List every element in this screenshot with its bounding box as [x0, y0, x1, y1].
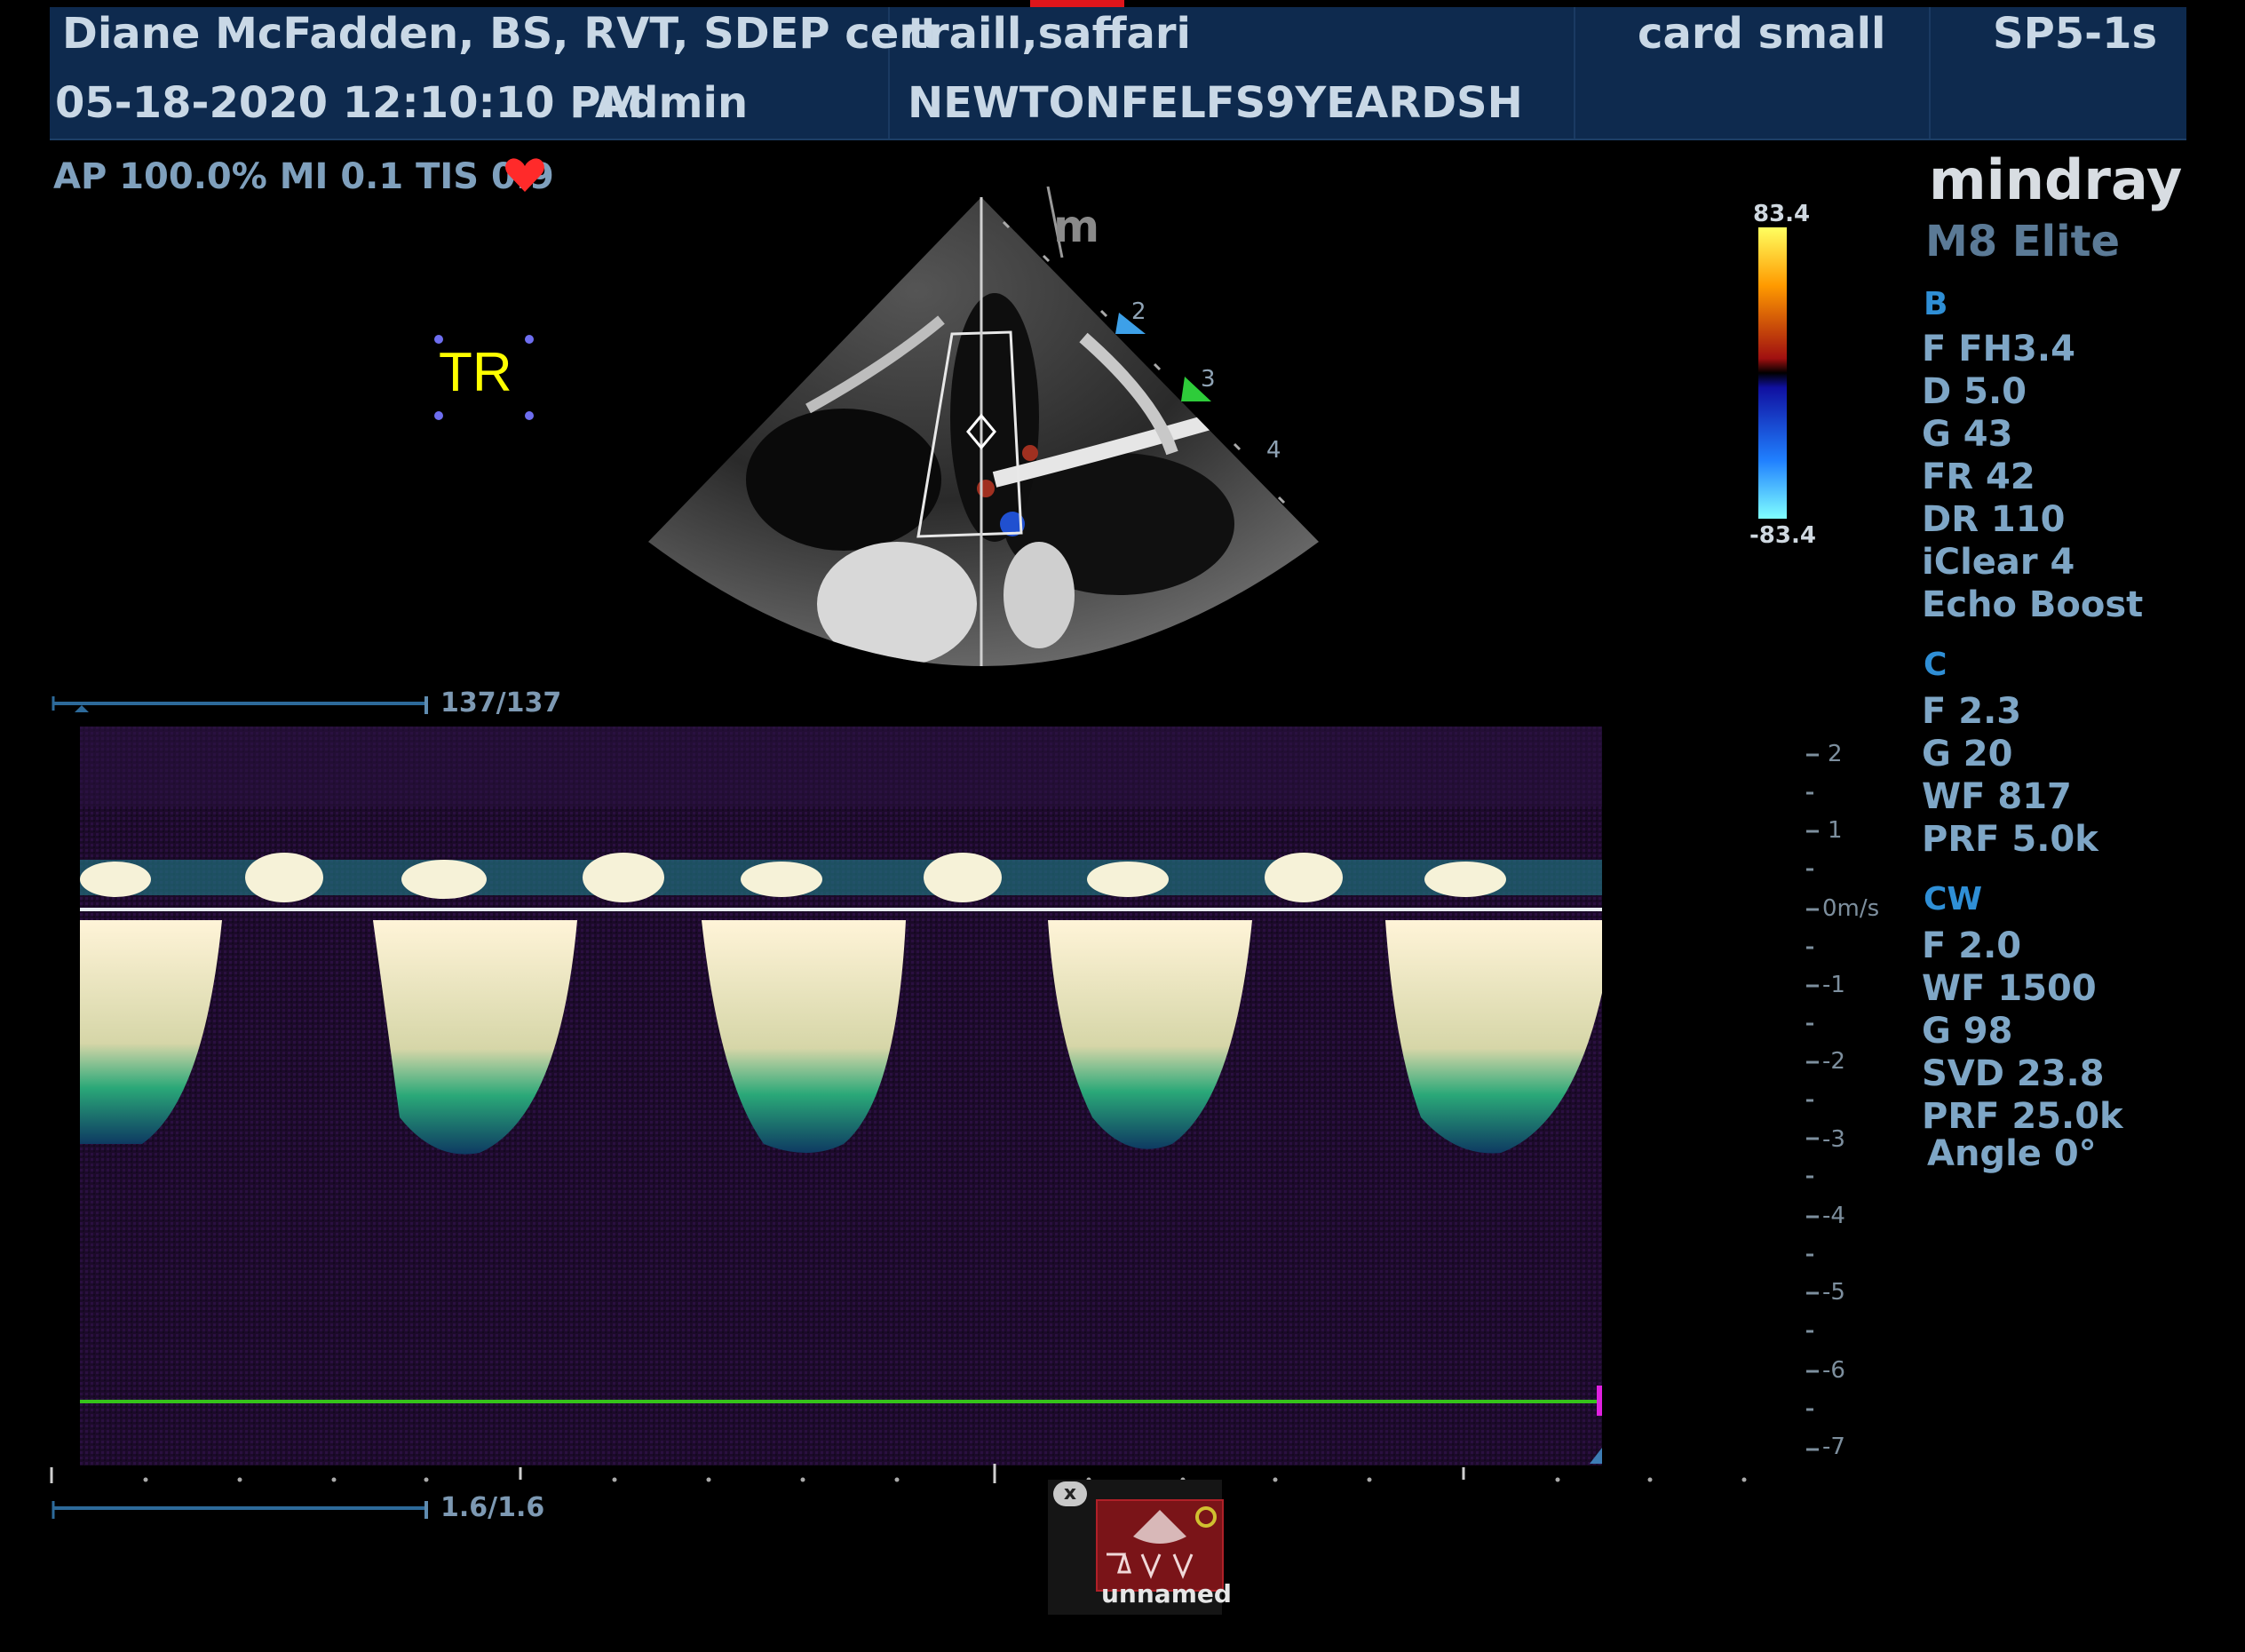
color-mode-header: C — [1924, 647, 1948, 683]
cw-param-frequency: F 2.0 — [1922, 925, 2022, 966]
tr-annotation[interactable]: TR — [428, 332, 535, 421]
sector-marker-3: 3 — [1201, 366, 1216, 393]
b-mode-header: B — [1924, 286, 1948, 322]
heart-icon — [505, 158, 544, 192]
thumbnail-preview-graphic — [1107, 1506, 1217, 1579]
velocity-tick-neg6: -6 — [1822, 1357, 1845, 1384]
echo-sector-image — [648, 187, 1319, 666]
recording-indicator — [1030, 0, 1124, 7]
cine-frame-count: 137/137 — [440, 687, 562, 719]
exam-datetime: 05-18-2020 12:10:10 PM — [55, 78, 644, 128]
c-param-frequency: F 2.3 — [1922, 691, 2022, 732]
image-thumbnail[interactable]: x unnamed — [1048, 1480, 1232, 1615]
cw-param-gain: G 98 — [1922, 1011, 2013, 1052]
color-scale-max: 83.4 — [1753, 201, 1811, 227]
velocity-tick-neg1: -1 — [1822, 972, 1845, 998]
velocity-tick-neg5: -5 — [1822, 1279, 1845, 1306]
user-name: Admin — [595, 78, 749, 128]
b-param-depth: D 5.0 — [1922, 371, 2027, 412]
color-velocity-bar — [1758, 227, 1787, 519]
b-param-dynamic-range: DR 110 — [1922, 499, 2066, 540]
patient-id: NEWTONFELFS9YEARDSH — [908, 78, 1523, 128]
preset-cell: card small — [1574, 7, 1931, 139]
b-param-iclear: iClear 4 — [1922, 542, 2075, 583]
system-model: M8 Elite — [1925, 217, 2121, 266]
velocity-tick-neg2: -2 — [1822, 1048, 1845, 1075]
b-param-frequency: F FH3.4 — [1922, 329, 2075, 369]
c-param-gain: G 20 — [1922, 734, 2013, 774]
velocity-tick-neg4: -4 — [1822, 1203, 1845, 1229]
sector-marker-2: 2 — [1131, 298, 1146, 325]
cine-time-count: 1.6/1.6 — [440, 1492, 545, 1523]
velocity-tick-1: 1 — [1828, 817, 1843, 844]
velocity-baseline-label: 0m/s — [1822, 895, 1880, 922]
thumbnail-close-button[interactable]: x — [1053, 1481, 1087, 1506]
probe-cell: SP5-1s — [1929, 7, 2186, 139]
cw-param-prf: PRF 25.0k — [1922, 1096, 2123, 1137]
patient-header: Diane McFadden, BS, RVT, SDEP cert 05-18… — [50, 7, 2186, 140]
cw-doppler-spectrum — [80, 727, 1602, 1465]
acoustic-output-status: AP 100.0% MI 0.1 TIS 0.9 — [53, 156, 554, 197]
thumbnail-preview — [1096, 1499, 1224, 1592]
cw-param-svd: SVD 23.8 — [1922, 1053, 2105, 1094]
mindray-logo: mindray — [1929, 147, 2183, 212]
cw-mode-header: CW — [1924, 881, 1983, 917]
velocity-tick-neg7: -7 — [1822, 1434, 1845, 1460]
velocity-tick-neg3: -3 — [1822, 1126, 1845, 1153]
velocity-scale-ticks — [1806, 753, 1819, 1451]
cine-time-bar[interactable] — [50, 1497, 432, 1524]
c-param-wall-filter: WF 817 — [1922, 776, 2072, 817]
thumbnail-label: unnamed — [1101, 1579, 1232, 1608]
probe-name: SP5-1s — [1993, 9, 2158, 59]
c-param-prf: PRF 5.0k — [1922, 819, 2098, 860]
b-param-gain: G 43 — [1922, 414, 2013, 455]
patient-name: traill,saffari — [908, 9, 1191, 59]
patient-cell: traill,saffari NEWTONFELFS9YEARDSH — [888, 7, 1575, 139]
b-param-echo-boost: Echo Boost — [1922, 584, 2144, 625]
cine-frame-bar[interactable] — [50, 693, 432, 719]
sector-marker-4: 4 — [1266, 437, 1281, 464]
cw-param-angle: Angle 0° — [1927, 1133, 2097, 1174]
time-axis — [50, 1464, 1747, 1483]
color-scale-min: -83.4 — [1749, 522, 1816, 549]
sector-depth-mark: m — [1053, 201, 1100, 252]
operator-name: Diane McFadden, BS, RVT, SDEP cert — [62, 9, 940, 59]
velocity-tick-2: 2 — [1828, 741, 1843, 767]
annotation-label: TR — [439, 342, 512, 403]
b-param-frame-rate: FR 42 — [1922, 457, 2035, 497]
exam-preset: card small — [1638, 9, 1886, 59]
cw-param-wall-filter: WF 1500 — [1922, 968, 2097, 1009]
operator-cell: Diane McFadden, BS, RVT, SDEP cert 05-18… — [50, 7, 940, 139]
